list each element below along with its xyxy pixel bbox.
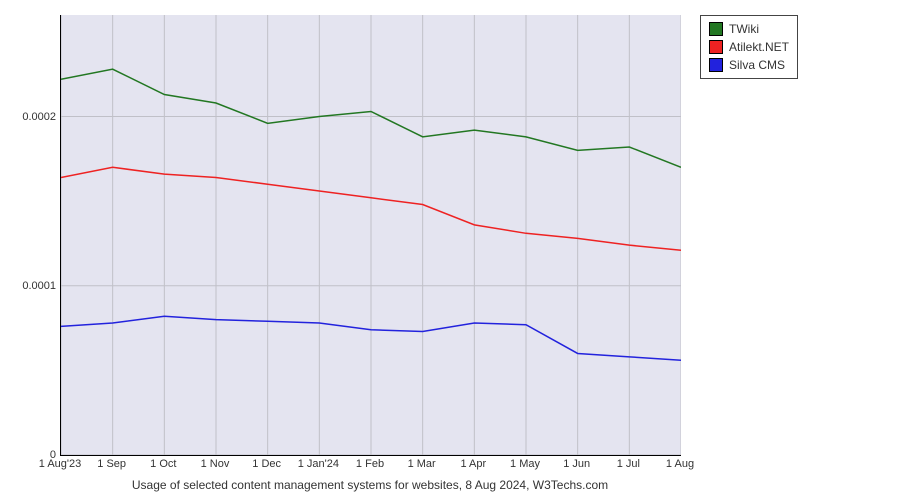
x-tick-label: 1 Aug <box>666 458 694 470</box>
x-tick-label: 1 Nov <box>201 458 230 470</box>
chart-plot-area <box>60 15 681 456</box>
chart-caption: Usage of selected content management sys… <box>60 478 680 492</box>
legend-label: TWiki <box>729 20 759 38</box>
x-tick-label: 1 Sep <box>97 458 126 470</box>
legend-label: Atilekt.NET <box>729 38 789 56</box>
y-tick-label: 0.0001 <box>6 280 56 292</box>
x-tick-label: 1 Dec <box>252 458 281 470</box>
x-tick-label: 1 May <box>510 458 540 470</box>
x-tick-label: 1 Mar <box>408 458 436 470</box>
x-tick-label: 1 Jun <box>563 458 590 470</box>
y-tick-label: 0.0002 <box>6 111 56 123</box>
legend-item: Atilekt.NET <box>709 38 789 56</box>
x-tick-label: 1 Jan'24 <box>298 458 339 470</box>
x-tick-label: 1 Oct <box>150 458 176 470</box>
x-tick-label: 1 Apr <box>460 458 486 470</box>
x-tick-label: 1 Jul <box>617 458 640 470</box>
legend-swatch <box>709 40 723 54</box>
x-tick-label: 1 Feb <box>356 458 384 470</box>
legend-item: TWiki <box>709 20 789 38</box>
x-tick-label: 1 Aug'23 <box>39 458 81 470</box>
legend-swatch <box>709 22 723 36</box>
legend: TWikiAtilekt.NETSilva CMS <box>700 15 798 79</box>
legend-label: Silva CMS <box>729 56 785 74</box>
legend-item: Silva CMS <box>709 56 789 74</box>
legend-swatch <box>709 58 723 72</box>
chart-svg <box>61 15 681 455</box>
gridlines <box>61 15 681 455</box>
